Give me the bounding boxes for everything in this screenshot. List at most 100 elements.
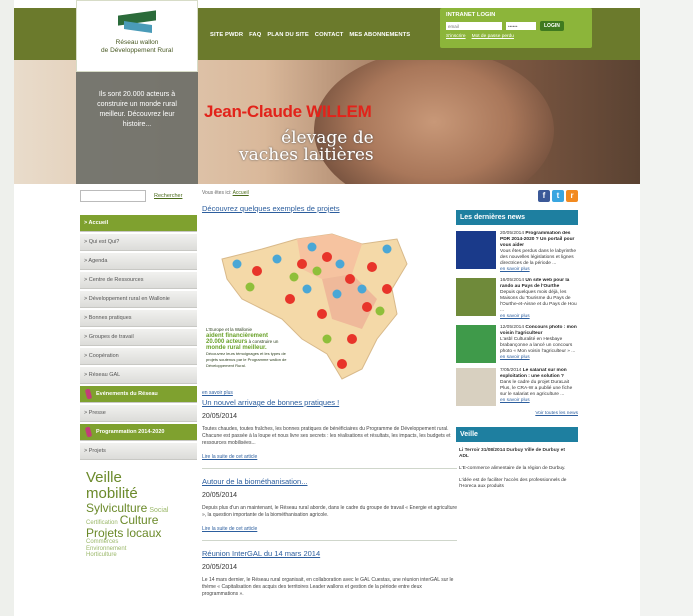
article-read-more[interactable]: Lire la suite de cet article [202,526,257,532]
veille-heading: Veille [456,427,578,442]
article-date: 20/05/2014 [202,413,238,420]
menu-centre-ressources[interactable]: > Centre de Ressources [80,272,197,289]
projects-heading[interactable]: Découvrez quelques exemples de projets [202,204,457,213]
news-date: 7/05/2014 [500,368,522,373]
menu-accueil[interactable]: > Accueil [80,215,197,232]
breadcrumb-prefix: Vous êtes ici: [202,190,232,196]
news-date: 20/05/2014 [500,231,525,236]
hero-subtitle: élevage de vaches laitières [239,130,374,164]
site-logo[interactable]: Réseau wallon de Développement Rural [76,0,198,72]
search-input[interactable] [80,190,146,202]
news-thumbnail [456,231,496,269]
veille-text1: L'E-commerce alimentaire de la région de… [459,466,566,471]
veille-title[interactable]: Li Terroir 31/08/2014 Durbuy Ville de Du… [459,448,565,459]
map-line4: à construire un [248,339,279,344]
hero-photo [314,60,554,184]
tag[interactable]: Projets locaux [86,526,161,540]
search-bar: Rechercher [80,190,182,202]
article-read-more[interactable]: Lire la suite de cet article [202,454,257,460]
news-date: 12/05/2014 [500,325,525,330]
menu-qui-est-qui[interactable]: > Qui est Qui? [80,234,197,251]
menu-presse[interactable]: > Presse [80,405,197,422]
right-column: f t r Les dernières news 20/05/2014 Prog… [456,190,578,496]
menu-evenements[interactable]: Evénements du Réseau [80,386,197,403]
email-input[interactable] [446,22,502,30]
wallonia-map[interactable]: L'Europe et la Wallonie aident financièr… [202,219,412,384]
twitter-icon[interactable]: t [552,190,564,202]
top-nav: SITE PWDR FAQ PLAN DU SITE CONTACT MES A… [210,32,410,38]
tag[interactable]: Horticulture [86,552,117,558]
veille-text2: L'idée est de faciliter l'accès des prof… [459,478,567,489]
divider [202,468,457,469]
article-title[interactable]: Autour de la biométhanisation... [202,477,457,486]
menu-programmation[interactable]: Programmation 2014-2020 [80,424,197,441]
news-item[interactable]: 7/05/2014 Le salariat sur mon exploitati… [456,368,578,406]
register-link[interactable]: S'inscrire [446,34,466,39]
sidebar-menu: > Accueil > Qui est Qui? > Agenda > Cent… [80,215,197,462]
tag[interactable]: Culture [120,513,159,527]
left-shadow [0,0,14,616]
article-text: Depuis plus d'un an maintenant, le Résea… [202,505,458,518]
all-news-link[interactable]: Voir toutes les news [456,411,578,417]
article-title[interactable]: Un nouvel arrivage de bonnes pratiques ! [202,398,457,407]
nav-site-pwdr[interactable]: SITE PWDR [210,32,243,38]
breadcrumb: Vous êtes ici: Accueil [202,190,457,196]
news-text: Vous êtes perdus dans le labyrinthe des … [500,249,577,266]
menu-groupes-travail[interactable]: > Groupes de travail [80,329,197,346]
login-title: INTRANET LOGIN [446,12,496,18]
tag[interactable]: Commerces [86,539,118,545]
login-box: INTRANET LOGIN LOGIN S'inscrire Mot de p… [440,8,592,48]
article-title[interactable]: Réunion InterGAL du 14 mars 2014 [202,549,457,558]
article-date: 20/05/2014 [202,492,238,499]
breadcrumb-home-link[interactable]: Accueil [233,190,249,196]
tag-cloud: Veille mobilité Sylviculture Social Certi… [86,470,198,558]
news-thumbnail [456,278,496,316]
menu-developpement-rural[interactable]: > Développement rural en Wallonie [80,291,197,308]
hero-panel[interactable]: Ils sont 20.000 acteurs à construire un … [76,60,198,184]
main-content: Vous êtes ici: Accueil Découvrez quelque… [202,190,457,598]
news-thumbnail [456,368,496,406]
nav-plan[interactable]: PLAN DU SITE [267,32,308,38]
menu-bonnes-pratiques[interactable]: > Bonnes pratiques [80,310,197,327]
hero-subtitle-2: vaches laitières [239,145,374,165]
news-item[interactable]: 20/05/2014 Programmation des PDR 2014-20… [456,231,578,273]
news-text: Depuis quelques mois déjà, les Maisons d… [500,290,577,313]
logo-line2: de Développement Rural [101,46,173,54]
hero-panel-text: Ils sont 20.000 acteurs à construire un … [97,91,177,128]
login-button[interactable]: LOGIN [540,21,564,31]
tag[interactable]: mobilité [86,485,138,502]
menu-reseau-gal[interactable]: > Réseau GAL [80,367,197,384]
nav-abonnements[interactable]: MES ABONNEMENTS [349,32,410,38]
search-button[interactable]: Rechercher [154,193,182,199]
nav-contact[interactable]: CONTACT [315,32,344,38]
article-date: 20/05/2014 [202,564,238,571]
projects-more-link[interactable]: en savoir plus [202,390,457,396]
right-margin [640,0,693,616]
social-links: f t r [456,190,578,202]
rss-icon[interactable]: r [566,190,578,202]
news-thumbnail [456,325,496,363]
page: Jean-Claude WILLEM élevage de vaches lai… [14,0,640,616]
news-item[interactable]: 12/05/2014 Concours photo : mon voisin l… [456,325,578,363]
nav-faq[interactable]: FAQ [249,32,261,38]
map-caption: L'Europe et la Wallonie aident financièr… [206,327,298,369]
tag[interactable]: Environnement [86,546,126,552]
hero-banner[interactable]: Jean-Claude WILLEM élevage de vaches lai… [14,60,640,184]
tag[interactable]: Veille [86,469,122,486]
forgot-password-link[interactable]: Mot de passe perdu [472,34,514,39]
news-item[interactable]: 16/05/2014 Un site web pour la rando au … [456,278,578,320]
logo-icon [118,10,156,35]
article-text: Le 14 mars dernier, le Réseau rural orga… [202,577,454,597]
menu-cooperation[interactable]: > Coopération [80,348,197,365]
logo-line1: Réseau wallon [115,39,159,46]
map-line1: L'Europe et la Wallonie [206,327,252,332]
hero-name: Jean-Claude WILLEM [204,102,372,121]
facebook-icon[interactable]: f [538,190,550,202]
news-text: L'asbl Culturalité en Hesbaye brabançonn… [500,337,576,354]
news-list: 20/05/2014 Programmation des PDR 2014-20… [456,231,578,417]
menu-projets[interactable]: > Projets [80,443,197,460]
menu-agenda[interactable]: > Agenda [80,253,197,270]
veille-body: Li Terroir 31/08/2014 Durbuy Ville de Du… [456,442,578,496]
news-heading: Les dernières news [456,210,578,225]
password-input[interactable] [506,22,536,30]
